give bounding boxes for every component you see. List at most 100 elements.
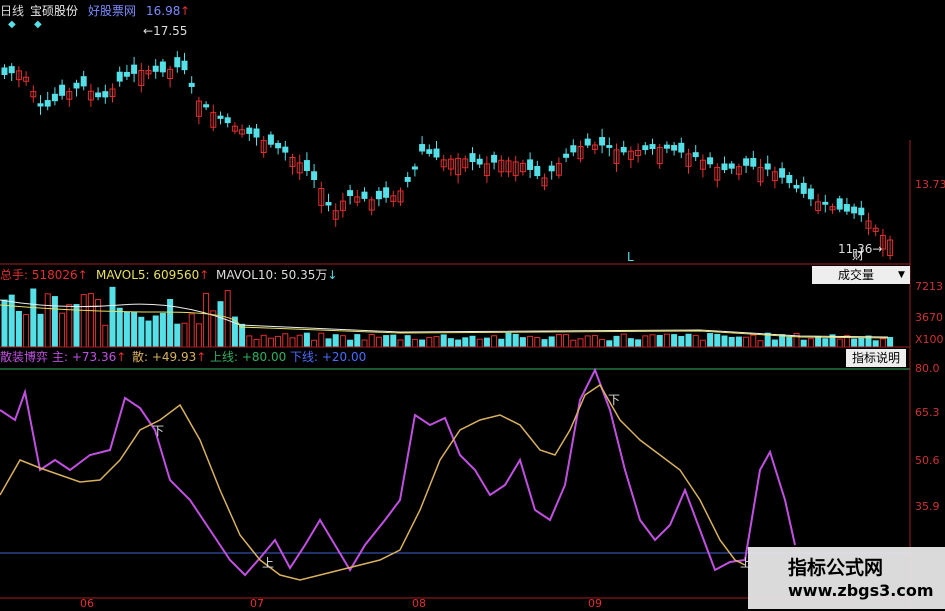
candle-body — [188, 82, 195, 87]
candle-body — [419, 144, 426, 152]
candle-body — [843, 204, 850, 212]
volume-bar — [750, 334, 757, 348]
candle-body — [311, 171, 318, 180]
price-axis-label: 13.73 — [915, 178, 945, 191]
volume-bar — [188, 313, 195, 348]
volume-bar — [807, 338, 814, 348]
volume-bar — [462, 337, 469, 348]
candle-body — [858, 207, 865, 216]
candle-body — [692, 152, 699, 158]
volume-bar — [555, 334, 562, 348]
volume-bar — [347, 339, 354, 348]
volume-bar — [44, 293, 51, 348]
volume-dropdown[interactable]: 成交量 ▼ — [812, 266, 910, 284]
price-value: 16.98 — [146, 4, 181, 18]
indicator-axis-label: 50.6 — [915, 454, 940, 467]
volume-bar — [671, 334, 678, 348]
volume-bar — [80, 294, 87, 348]
period-label[interactable]: 日线 — [0, 4, 24, 18]
indicator-retail: 散: +49.93↑ — [132, 350, 207, 364]
volume-bar — [519, 337, 526, 348]
volume-bar — [224, 290, 231, 348]
indicator-axis-label: 65.3 — [915, 406, 940, 419]
candle-body — [282, 146, 289, 153]
volume-bar — [498, 338, 505, 348]
candle-body — [59, 84, 66, 96]
volume-bar — [404, 335, 411, 348]
volume-bar — [419, 339, 426, 348]
volume-bar — [599, 339, 606, 348]
volume-bar — [102, 324, 109, 348]
marker-cai: 财 — [852, 248, 865, 262]
retail-line — [0, 383, 746, 581]
volume-bar — [311, 339, 318, 348]
volume-bar — [275, 335, 282, 348]
candle-body — [836, 198, 843, 210]
diamond-icon: ◆ — [8, 19, 16, 30]
volume-bar — [735, 336, 742, 348]
volume-bar — [267, 337, 274, 348]
volume-bar — [152, 315, 159, 348]
link-label[interactable]: 好股票网 — [88, 4, 136, 18]
volume-bar — [174, 323, 181, 348]
volume-bar — [8, 294, 15, 348]
marker-l: L — [627, 250, 634, 264]
volume-bar — [217, 301, 224, 348]
volume-bar — [339, 335, 346, 348]
volume-axis-label: X100 — [915, 333, 944, 346]
volume-ma5: MAVOL5: 609560↑ — [96, 268, 210, 282]
dropdown-arrow-icon: ▼ — [898, 270, 905, 280]
volume-bar — [455, 339, 462, 348]
volume-bar — [138, 316, 145, 348]
volume-bar — [685, 333, 692, 348]
volume-bar — [282, 333, 289, 348]
volume-bar — [635, 339, 642, 348]
volume-bar — [253, 338, 260, 348]
watermark: 指标公式网 www.zbgs3.com — [748, 547, 945, 609]
candle-body — [174, 57, 181, 68]
volume-bar — [707, 333, 714, 348]
stock-name: 宝硕股份 — [30, 4, 79, 18]
volume-panel — [0, 286, 894, 348]
watermark-title: 指标公式网 — [788, 557, 884, 579]
volume-bar — [570, 339, 577, 348]
candle-body — [584, 138, 591, 146]
candle-body — [152, 65, 159, 72]
volume-bar — [656, 334, 663, 348]
candle-body — [728, 163, 735, 169]
candle-body — [325, 202, 332, 206]
indicator-help-button[interactable]: 指标说明 — [846, 349, 906, 367]
volume-bar — [87, 293, 94, 348]
indicator-axis-label: 35.9 — [915, 500, 940, 513]
volume-bar — [887, 336, 894, 348]
volume-bar — [303, 332, 310, 348]
candle-body — [620, 146, 627, 153]
cross-down-marker: 下 — [608, 393, 621, 407]
candle-body — [375, 190, 382, 200]
volume-bar — [383, 335, 390, 348]
candle-body — [491, 154, 498, 163]
volume-bar — [246, 335, 253, 348]
volume-bar — [109, 286, 116, 348]
candle-body — [73, 82, 80, 89]
candle-body — [678, 142, 685, 153]
volume-bar — [627, 338, 634, 348]
volume-bar — [642, 335, 649, 348]
volume-bar — [368, 334, 375, 348]
volume-bar — [332, 334, 339, 348]
volume-bar — [836, 338, 843, 348]
volume-bar — [318, 332, 325, 348]
volume-bar — [181, 322, 188, 348]
cross-down-marker: 下 — [152, 424, 165, 438]
candle-body — [361, 191, 368, 199]
candle-body — [217, 115, 224, 119]
candle-body — [37, 103, 44, 107]
volume-bar — [476, 338, 483, 348]
volume-bar — [541, 339, 548, 348]
volume-bar — [390, 334, 397, 348]
volume-bar — [606, 340, 613, 348]
candle-body — [851, 206, 858, 214]
volume-bar — [59, 312, 66, 348]
volume-bar — [37, 313, 44, 348]
candle-body — [793, 184, 800, 189]
